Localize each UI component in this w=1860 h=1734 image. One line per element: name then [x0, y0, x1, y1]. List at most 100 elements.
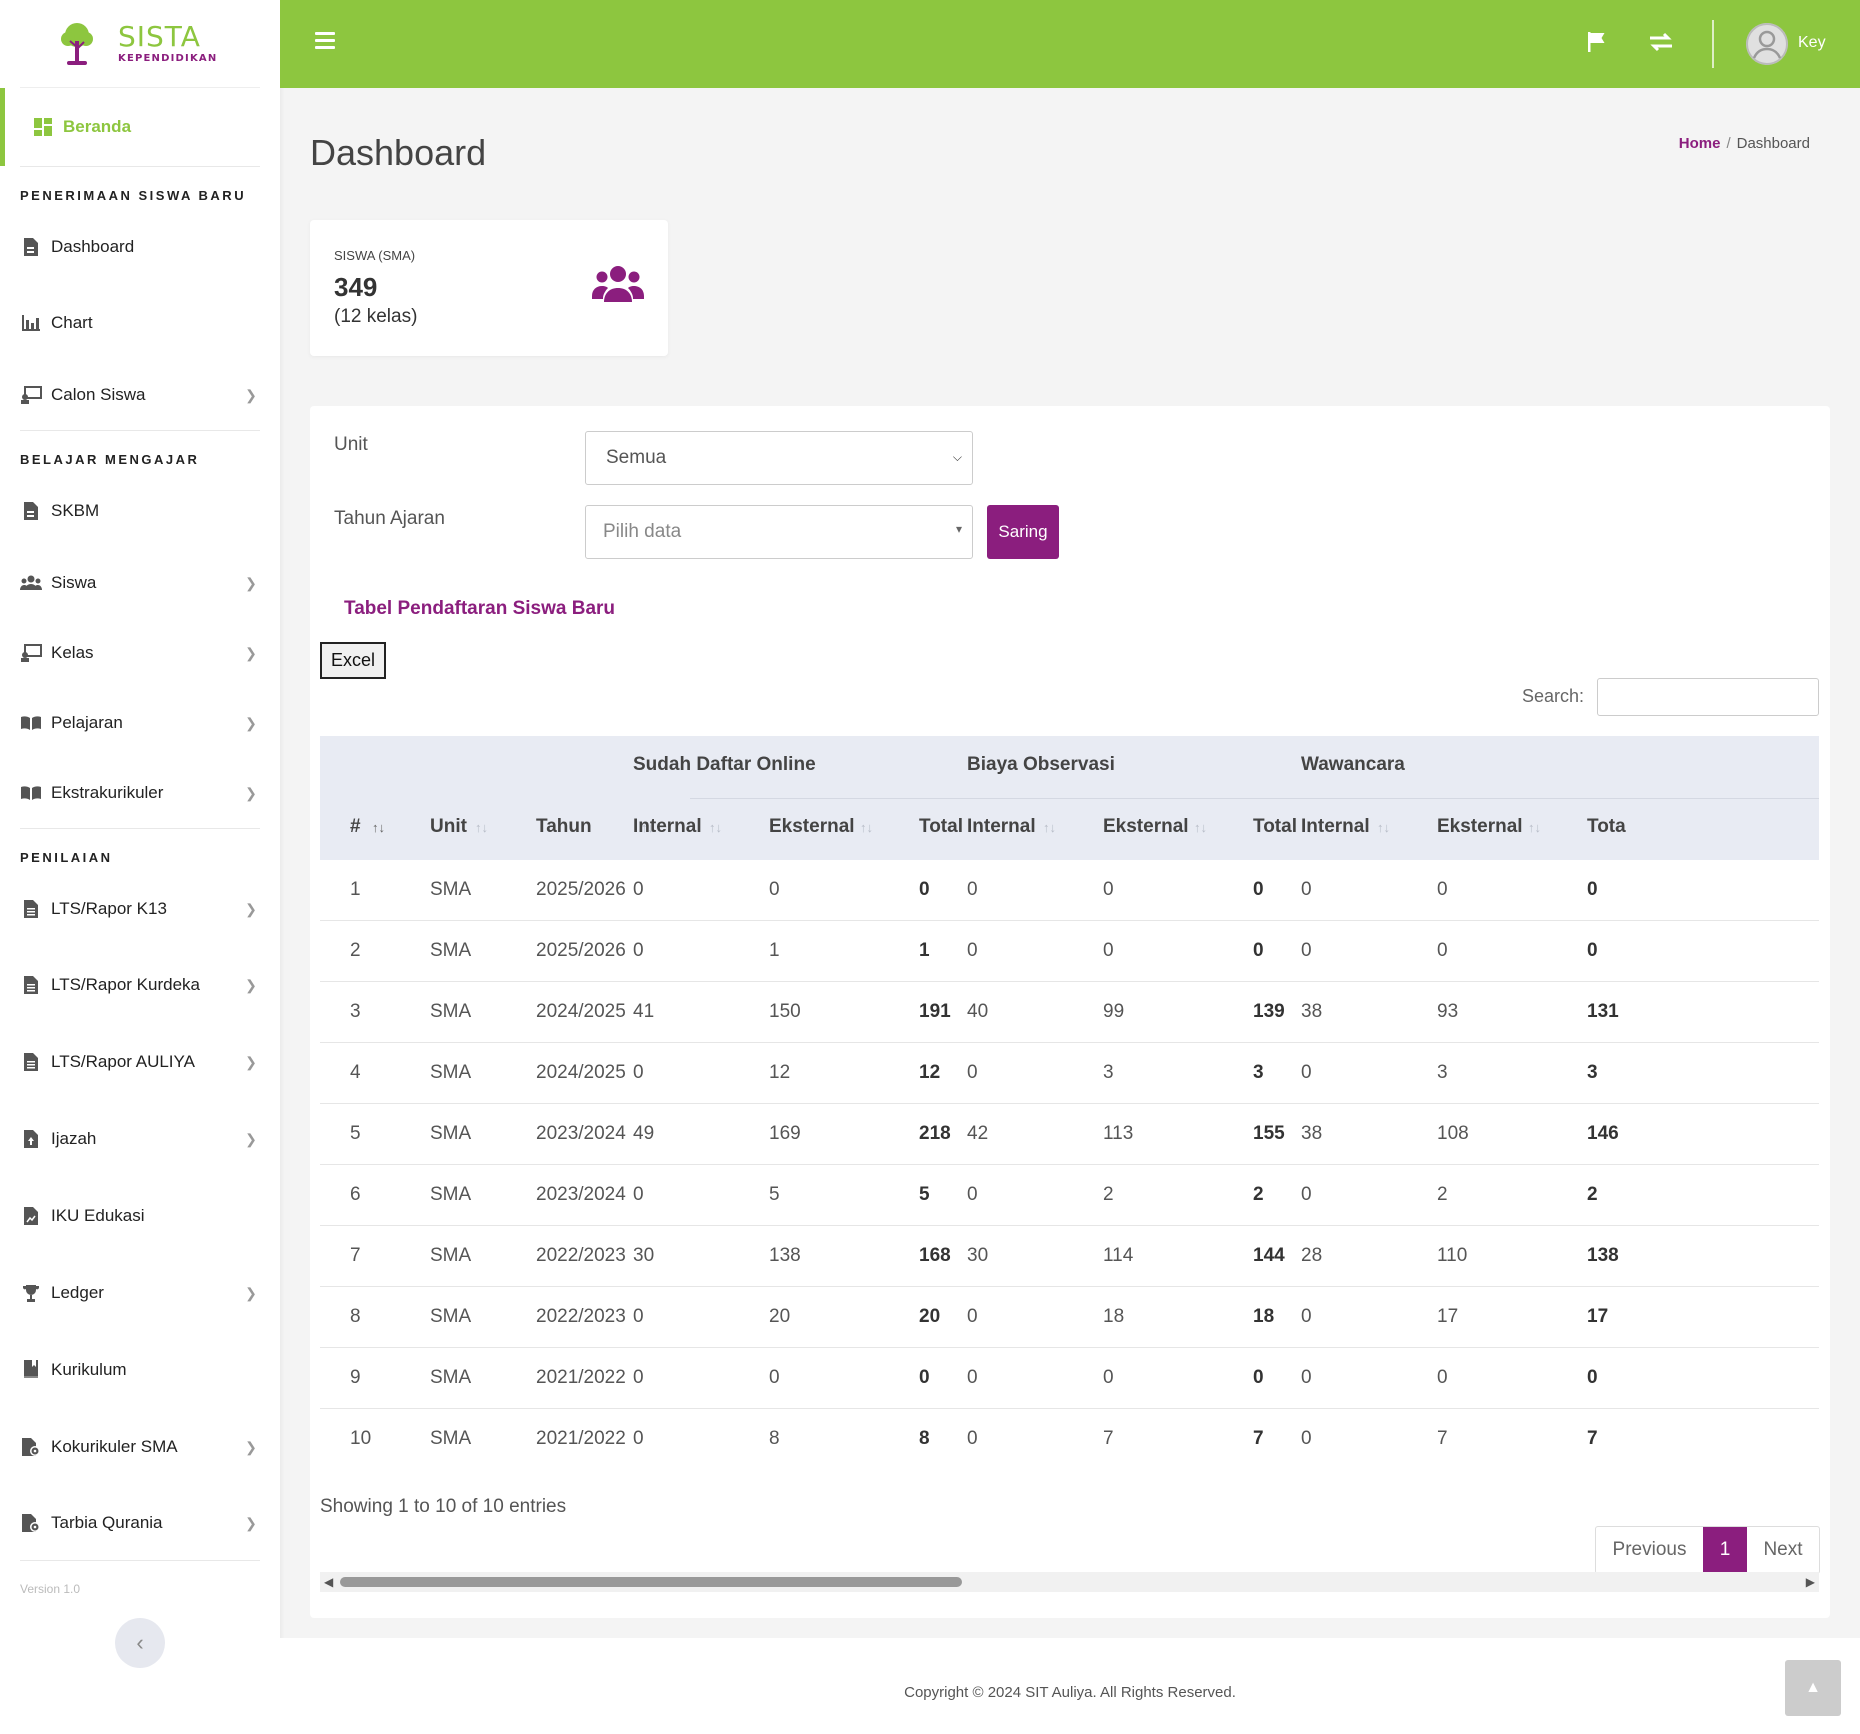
- divider: [20, 430, 260, 431]
- table-cell: 12: [769, 1062, 791, 1083]
- chevron-right-icon: ❯: [245, 1284, 257, 1301]
- pagination-previous[interactable]: Previous: [1596, 1527, 1703, 1573]
- horizontal-scrollbar[interactable]: ◀ ▶: [320, 1572, 1819, 1592]
- scrollbar-thumb[interactable]: [340, 1577, 962, 1587]
- column-header-internal-observasi[interactable]: Internal ↑↓: [967, 816, 1056, 838]
- table-cell: 114: [1103, 1245, 1134, 1266]
- column-header-total-online[interactable]: Total ↑↓: [919, 816, 985, 838]
- breadcrumb-current: Dashboard: [1736, 135, 1810, 152]
- sidebar-item-label: LTS/Rapor AULIYA: [51, 1052, 195, 1071]
- table-cell: 138: [1587, 1245, 1619, 1266]
- tahun-ajaran-select[interactable]: Pilih data ▾: [585, 505, 973, 559]
- excel-export-button[interactable]: Excel: [320, 642, 386, 679]
- table-cell: 2023/2024: [536, 1184, 626, 1205]
- chevron-right-icon: ❯: [245, 784, 257, 801]
- table-cell: 12: [919, 1062, 941, 1083]
- sidebar-item-ekstrakurikuler[interactable]: Ekstrakurikuler ❯: [20, 778, 260, 808]
- table-cell: 99: [1103, 1001, 1125, 1022]
- sidebar-item-ijazah[interactable]: Ijazah ❯: [20, 1124, 260, 1154]
- sidebar-collapse-button[interactable]: ‹: [115, 1618, 165, 1668]
- sidebar-item-dashboard[interactable]: Dashboard: [20, 232, 260, 262]
- table-cell: 2: [350, 940, 361, 961]
- table-cell: 0: [967, 879, 978, 900]
- sidebar-item-tarbia-qurania[interactable]: Tarbia Qurania ❯: [20, 1508, 260, 1538]
- chevron-right-icon: ❯: [245, 574, 257, 591]
- sidebar-item-kurikulum[interactable]: Kurikulum: [20, 1355, 260, 1385]
- table-cell: 8: [350, 1306, 361, 1327]
- user-avatar-icon: [1746, 23, 1788, 65]
- table-cell: 17: [1587, 1306, 1609, 1327]
- column-header-total-wawancara[interactable]: Tota: [1587, 816, 1626, 838]
- column-header-internal-wawancara[interactable]: Internal ↑↓: [1301, 816, 1390, 838]
- pagination-next[interactable]: Next: [1747, 1527, 1819, 1573]
- table-cell: 3: [1437, 1062, 1448, 1083]
- table-cell: 18: [1103, 1306, 1125, 1327]
- sidebar-item-kokurikuler-sma[interactable]: Kokurikuler SMA ❯: [20, 1432, 260, 1462]
- column-header-unit[interactable]: Unit ↑↓: [430, 816, 488, 838]
- divider: [20, 828, 260, 829]
- table-cell: 2022/2023: [536, 1306, 626, 1327]
- column-header-eksternal-observasi[interactable]: Eksternal ↑↓: [1103, 816, 1207, 838]
- column-header-eksternal-wawancara[interactable]: Eksternal ↑↓: [1437, 816, 1541, 838]
- column-header-tahun[interactable]: Tahun ↑↓: [536, 816, 654, 838]
- column-header-eksternal-online[interactable]: Eksternal ↑↓: [769, 816, 873, 838]
- sidebar-item-rapor-auliya[interactable]: LTS/Rapor AULIYA ❯: [20, 1047, 260, 1077]
- user-name[interactable]: Key: [1798, 34, 1826, 52]
- search-input[interactable]: [1597, 678, 1819, 716]
- sidebar-item-iku-edukasi[interactable]: IKU Edukasi: [20, 1201, 260, 1231]
- table-cell: SMA: [430, 1001, 472, 1022]
- breadcrumb-home[interactable]: Home: [1679, 135, 1721, 152]
- unit-select[interactable]: Semua ⌵: [585, 431, 973, 485]
- table-cell: 2024/2025: [536, 1001, 626, 1022]
- column-header-number[interactable]: # ↑↓: [350, 816, 385, 838]
- table-cell: 10: [350, 1428, 372, 1449]
- brand[interactable]: SISTA KEPENDIDIKAN: [20, 0, 260, 88]
- sidebar-item-label: Beranda: [63, 117, 132, 136]
- trophy-icon: [20, 1282, 42, 1304]
- table-cell: 6: [350, 1184, 361, 1205]
- table-cell: 0: [1253, 879, 1264, 900]
- scroll-left-icon[interactable]: ◀: [324, 1575, 333, 1589]
- table-cell: 0: [633, 879, 644, 900]
- sidebar-item-ledger[interactable]: Ledger ❯: [20, 1278, 260, 1308]
- table-row: 3 SMA 2024/2025 41 150 191 40 99 139 38 93 131: [320, 982, 1819, 1043]
- back-to-top-button[interactable]: ▲: [1785, 1660, 1841, 1716]
- sidebar-item-label: LTS/Rapor K13: [51, 899, 167, 918]
- sidebar-item-pelajaran[interactable]: Pelajaran ❯: [20, 708, 260, 738]
- filter-button[interactable]: Saring: [987, 505, 1059, 559]
- column-header-total-observasi[interactable]: Total ↑↓: [1253, 816, 1319, 838]
- stat-label: SISWA (SMA): [334, 248, 416, 263]
- table-cell: SMA: [430, 1428, 472, 1449]
- table-cell: 0: [1301, 1062, 1312, 1083]
- sidebar-item-label: Calon Siswa: [51, 385, 146, 404]
- table-cell: 131: [1587, 1001, 1619, 1022]
- file-chart-icon: [20, 1205, 42, 1227]
- column-header-internal-online[interactable]: Internal ↑↓: [633, 816, 722, 838]
- version-text: Version 1.0: [20, 1582, 81, 1596]
- sidebar-item-label: IKU Edukasi: [51, 1206, 145, 1225]
- table-cell: 2025/2026: [536, 940, 626, 961]
- tree-logo-icon: [61, 22, 93, 65]
- file-text-icon: [20, 974, 42, 996]
- sidebar-item-calon-siswa[interactable]: Calon Siswa ❯: [20, 380, 260, 410]
- sidebar-item-siswa[interactable]: Siswa ❯: [20, 568, 260, 598]
- sidebar-item-chart[interactable]: Chart: [20, 308, 260, 338]
- chevron-right-icon: ❯: [245, 1438, 257, 1455]
- exchange-icon[interactable]: [1648, 30, 1674, 54]
- sidebar-item-rapor-k13[interactable]: LTS/Rapor K13 ❯: [20, 894, 260, 924]
- sidebar-item-label: SKBM: [51, 501, 100, 520]
- scroll-right-icon[interactable]: ▶: [1806, 1575, 1815, 1589]
- sidebar-item-kelas[interactable]: Kelas ❯: [20, 638, 260, 668]
- table-cell: 110: [1437, 1245, 1468, 1266]
- pagination-page-1[interactable]: 1: [1703, 1527, 1747, 1573]
- flag-icon[interactable]: [1585, 30, 1609, 54]
- breadcrumb-separator: /: [1726, 135, 1731, 152]
- sidebar-item-rapor-kurdeka[interactable]: LTS/Rapor Kurdeka ❯: [20, 970, 260, 1000]
- table-cell: 155: [1253, 1123, 1285, 1144]
- user-avatar[interactable]: [1746, 23, 1788, 65]
- sidebar-item-beranda[interactable]: Beranda: [0, 88, 280, 166]
- divider: [20, 166, 260, 167]
- sidebar-item-skbm[interactable]: SKBM: [20, 496, 260, 526]
- menu-toggle-icon[interactable]: [315, 32, 335, 50]
- unit-select-value: Semua: [606, 447, 667, 468]
